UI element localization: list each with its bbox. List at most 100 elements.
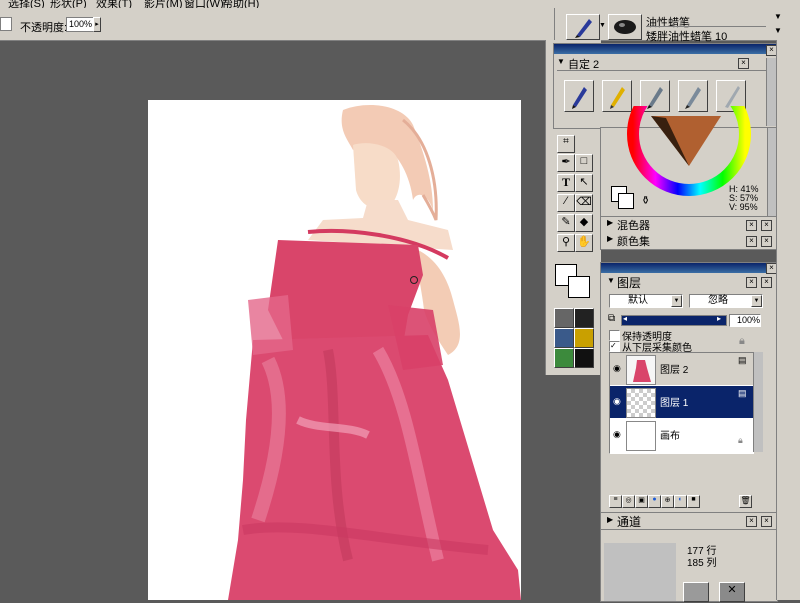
select-arrow-icon[interactable]: ↖ — [575, 174, 593, 192]
weave-selector-icon[interactable] — [574, 328, 594, 348]
dynamic-plugins-icon[interactable]: ◎ — [622, 495, 635, 508]
collapse-triangle-icon[interactable]: ▼ — [557, 57, 565, 66]
crop-tool-icon[interactable]: ⌗ — [557, 135, 575, 153]
pen-tool-icon[interactable]: ✒ — [557, 154, 575, 172]
hand-tool-icon[interactable]: ✋ — [575, 234, 593, 252]
new-group-icon[interactable]: ▣ — [635, 495, 648, 508]
layer-row[interactable]: ◉ 画布 🔒︎ — [610, 419, 753, 451]
eye-icon[interactable]: ◉ — [613, 396, 621, 407]
dropper-tool-icon[interactable]: ✎ — [557, 214, 575, 232]
new-mask-icon[interactable]: ◐ — [674, 495, 687, 508]
brush-category-button[interactable] — [566, 14, 600, 40]
layer-row[interactable]: ◉ 图层 2 ▤ — [610, 353, 753, 385]
menu-select[interactable]: 选择(S) — [8, 0, 45, 8]
chevron-down-icon[interactable]: ▼ — [774, 26, 782, 35]
opacity-icon: ⧉ — [608, 313, 616, 324]
text-tool-icon[interactable]: T — [557, 174, 575, 192]
right-dock-edge — [776, 40, 800, 600]
close-icon[interactable]: × — [761, 220, 772, 231]
pick-up-color-checkbox[interactable]: ✓ — [609, 341, 620, 352]
menu-window[interactable]: 窗口(W) — [184, 0, 224, 8]
pen-brush-icon — [572, 87, 587, 109]
layer-commands-icon[interactable]: ≡ — [609, 495, 622, 508]
expand-triangle-icon[interactable]: ▶ — [607, 234, 613, 243]
paint-bucket-icon[interactable]: ◆ — [575, 214, 593, 232]
color-set-title[interactable]: 颜色集 — [617, 233, 650, 249]
additional-color-swatch[interactable] — [568, 276, 590, 298]
pen-brush-icon — [575, 19, 592, 38]
layer-button-bar: ≡ ◎ ▣ ● ⊕ ◐ ■ 🗑︎ — [609, 495, 759, 509]
chevron-down-icon[interactable]: ▼ — [751, 295, 762, 307]
navigator-preview — [604, 543, 676, 601]
collapse-triangle-icon[interactable]: ▼ — [607, 276, 615, 285]
menu-shape[interactable]: 形状(P) — [50, 0, 87, 8]
nozzle-selector-icon[interactable] — [554, 348, 574, 368]
layer-row[interactable]: ◉ 图层 1 ▤ — [610, 386, 753, 418]
color-wheel[interactable] — [621, 106, 761, 196]
palette-titlebar — [554, 44, 777, 54]
additional-color-swatch[interactable] — [618, 193, 634, 209]
close-icon[interactable]: × — [738, 58, 749, 69]
info-panel: 177 行 185 列 ✕ — [600, 529, 778, 602]
eyedropper-tool-icon[interactable]: ⁄ — [557, 194, 575, 212]
chevron-down-icon[interactable]: ▼ — [671, 295, 682, 307]
channels-title[interactable]: 通道 — [617, 513, 641, 530]
new-layer-icon[interactable]: ⊕ — [661, 495, 674, 508]
menu-effects[interactable]: 效果(T) — [96, 0, 132, 8]
magnifier-icon[interactable]: ⚲ — [557, 234, 575, 252]
close-icon[interactable]: × — [761, 516, 772, 527]
close-icon[interactable]: × — [746, 236, 757, 247]
expand-triangle-icon[interactable]: ▶ — [607, 515, 613, 524]
close-icon[interactable]: × — [746, 516, 757, 527]
layer-mode-icon[interactable]: ■ — [687, 495, 700, 508]
preserve-transparency-checkbox[interactable] — [609, 330, 620, 341]
opacity-slider[interactable] — [621, 315, 727, 326]
cross-arrows-icon[interactable]: ✕ — [719, 582, 745, 602]
eraser-tool-icon[interactable]: ⌫ — [575, 194, 593, 212]
layer-list: ◉ 图层 2 ▤ ◉ 图层 1 ▤ ◉ 画布 🔒︎ — [609, 352, 754, 454]
gradient-selector-icon[interactable] — [574, 308, 594, 328]
slider-left-arrow-icon[interactable]: ◂ — [623, 314, 627, 323]
brush-variant-name[interactable]: 矮胖油性蜡笔 10 — [646, 28, 727, 44]
close-icon[interactable]: × — [761, 236, 772, 247]
lock-icon[interactable]: 🔒︎ — [739, 335, 745, 348]
chevron-down-icon[interactable]: ▼ — [774, 12, 782, 21]
menu-help[interactable]: 帮助(H) — [222, 0, 259, 8]
paper-selector-icon[interactable] — [554, 308, 574, 328]
eye-icon[interactable]: ◉ — [613, 429, 621, 440]
layers-panel: × ▼ 图层 × × 默认 ▼ 忽略 ▼ ⧉ ◂ ▸ 100% 保持透明度 ✓ … — [600, 262, 778, 514]
color-panel: ⚱ H: 41% S: 57% V: 95% — [600, 106, 778, 217]
value-readout: V: 95% — [729, 202, 758, 212]
opacity-label: 不透明度: — [20, 22, 68, 34]
brush-variant-button[interactable] — [608, 14, 642, 40]
eye-icon[interactable]: ◉ — [613, 363, 621, 374]
texture-icon[interactable] — [683, 582, 709, 602]
size-field[interactable] — [0, 17, 12, 31]
canvas-document[interactable] — [148, 100, 521, 600]
layer-list-scrollbar[interactable] — [753, 352, 763, 452]
custom-brush-1[interactable] — [564, 80, 594, 112]
trash-icon[interactable]: 🗑︎ — [739, 495, 752, 508]
chevron-down-icon[interactable]: ▼ — [599, 22, 606, 29]
pattern-selector-icon[interactable] — [554, 328, 574, 348]
opacity-value[interactable]: 100% — [729, 314, 761, 327]
mask-icon[interactable]: ● — [648, 495, 661, 508]
property-bar: 不透明度: 100% ▸ ▼ 油性蜡笔 矮胖油性蜡笔 10 ▼ ▼ — [0, 8, 800, 44]
close-icon[interactable]: × — [746, 220, 757, 231]
stamp-icon[interactable]: ⚱ — [641, 194, 650, 207]
rectangle-tool-icon[interactable]: □ — [575, 154, 593, 172]
palette-scrollbar[interactable] — [766, 58, 776, 126]
opacity-stepper[interactable]: ▸ — [93, 17, 101, 32]
slider-right-arrow-icon[interactable]: ▸ — [717, 314, 721, 323]
close-icon[interactable]: × — [746, 277, 757, 288]
close-icon[interactable]: × — [761, 277, 772, 288]
layer-name: 图层 2 — [660, 365, 689, 376]
mixer-title[interactable]: 混色器 — [617, 217, 650, 233]
layers-title: 图层 — [617, 276, 642, 290]
look-selector-icon[interactable] — [574, 348, 594, 368]
dress-painting — [228, 105, 521, 600]
expand-triangle-icon[interactable]: ▶ — [607, 218, 613, 227]
layer-stack-icon: ▤ — [738, 388, 747, 398]
menu-movie[interactable]: 影片(M) — [144, 0, 183, 8]
layer-thumbnail — [626, 388, 656, 418]
